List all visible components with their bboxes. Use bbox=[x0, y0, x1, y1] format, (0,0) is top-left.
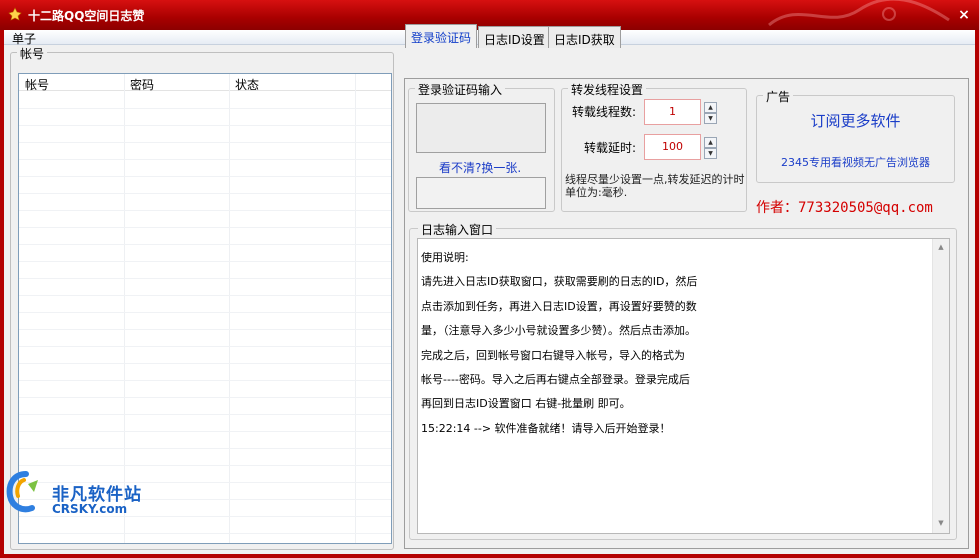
column-divider bbox=[229, 74, 230, 543]
log-group-legend: 日志输入窗口 bbox=[418, 221, 497, 238]
stepper-up-icon[interactable]: ▲ bbox=[704, 137, 717, 148]
table-row-divider bbox=[19, 346, 391, 347]
window-title: 十二路QQ空间日志赞 bbox=[28, 9, 145, 23]
table-row-divider bbox=[19, 414, 391, 415]
scroll-down-icon[interactable]: ▼ bbox=[936, 519, 946, 529]
captcha-group: 登录验证码输入 看不清?换一张. bbox=[408, 81, 555, 212]
table-row-divider bbox=[19, 312, 391, 313]
thread-count-label: 转载线程数: bbox=[572, 105, 637, 119]
table-row-divider bbox=[19, 142, 391, 143]
table-row-divider bbox=[19, 125, 391, 126]
log-text: 使用说明: 请先进入日志ID获取窗口，获取需要刷的日志的ID，然后 点击添加到任… bbox=[421, 249, 921, 444]
table-row-divider bbox=[19, 108, 391, 109]
table-row-divider bbox=[19, 176, 391, 177]
thread-settings-legend: 转发线程设置 bbox=[568, 81, 647, 98]
table-header: 帐号 密码 状态 bbox=[19, 74, 391, 93]
ad-group-legend: 广告 bbox=[763, 88, 794, 105]
ad-browser-link[interactable]: 2345专用看视频无广告浏览器 bbox=[757, 154, 954, 170]
title-ornament-icon bbox=[768, 0, 950, 27]
table-row-divider bbox=[19, 278, 391, 279]
table-row-divider bbox=[19, 295, 391, 296]
log-line: 使用说明: bbox=[421, 251, 469, 264]
account-group-legend: 帐号 bbox=[17, 45, 48, 62]
tab-log-id-settings[interactable]: 日志ID设置 bbox=[478, 26, 551, 48]
log-scrollbar[interactable]: ▲ ▼ bbox=[932, 239, 949, 533]
log-line: 点击添加到任务，再进入日志ID设置，再设置好要赞的数 bbox=[421, 299, 697, 313]
table-row-divider bbox=[19, 397, 391, 398]
log-line: 15:22:14 --> 软件准备就绪！请导入后开始登录！ bbox=[421, 421, 671, 435]
crsky-logo-icon bbox=[6, 471, 38, 513]
captcha-image bbox=[416, 103, 546, 153]
stepper-down-icon[interactable]: ▼ bbox=[704, 148, 717, 159]
thread-settings-group: 转发线程设置 转载线程数: 1 ▲ ▼ 转载延时: 100 ▲ ▼ 线程尽量少设… bbox=[561, 81, 747, 212]
table-row-divider bbox=[19, 159, 391, 160]
log-line: 再回到日志ID设置窗口 右键-批量刷 即可。 bbox=[421, 397, 631, 411]
delay-label: 转载延时: bbox=[584, 141, 637, 155]
table-row-divider bbox=[19, 448, 391, 449]
table-row-divider bbox=[19, 329, 391, 330]
table-row-divider bbox=[19, 431, 391, 432]
table-row-divider bbox=[19, 244, 391, 245]
column-header-password[interactable]: 密码 bbox=[130, 76, 154, 93]
table-row-divider bbox=[19, 533, 391, 534]
column-header-account[interactable]: 帐号 bbox=[25, 76, 49, 93]
close-button[interactable]: × bbox=[955, 6, 973, 24]
log-line: 量，（注意导入多少小号就设置多少赞）。然后点击添加。 bbox=[421, 324, 696, 338]
captcha-input[interactable] bbox=[416, 177, 546, 209]
scroll-up-icon[interactable]: ▲ bbox=[936, 243, 946, 253]
author-contact: 作者：773320505@qq.com bbox=[756, 200, 933, 216]
log-line: 请先进入日志ID获取窗口，获取需要刷的日志的ID，然后 bbox=[421, 275, 698, 289]
table-row-divider bbox=[19, 227, 391, 228]
table-row-divider bbox=[19, 363, 391, 364]
column-divider bbox=[355, 74, 356, 543]
ad-group: 广告 订阅更多软件 2345专用看视频无广告浏览器 bbox=[756, 88, 955, 183]
stepper-up-icon[interactable]: ▲ bbox=[704, 102, 717, 113]
ad-subscribe-link[interactable]: 订阅更多软件 bbox=[757, 110, 954, 131]
tab-log-id-fetch[interactable]: 日志ID获取 bbox=[548, 26, 621, 48]
tab-login-captcha[interactable]: 登录验证码 bbox=[405, 24, 478, 48]
table-row-divider bbox=[19, 380, 391, 381]
thread-note: 线程尽量少设置一点,转发延迟的计时单位为:毫秒. bbox=[565, 173, 745, 199]
thread-count-input[interactable]: 1 bbox=[644, 99, 701, 125]
table-row-divider bbox=[19, 193, 391, 194]
table-row-divider bbox=[19, 261, 391, 262]
delay-input[interactable]: 100 bbox=[644, 134, 701, 160]
log-group: 日志输入窗口 使用说明: 请先进入日志ID获取窗口，获取需要刷的日志的ID，然后… bbox=[409, 221, 957, 540]
app-icon bbox=[8, 7, 22, 21]
column-header-status[interactable]: 状态 bbox=[235, 76, 259, 93]
delay-stepper[interactable]: ▲ ▼ bbox=[704, 137, 717, 159]
stepper-down-icon[interactable]: ▼ bbox=[704, 113, 717, 124]
captcha-refresh-link[interactable]: 看不清?换一张. bbox=[439, 159, 521, 176]
watermark-en: CRSKY.com bbox=[52, 502, 128, 516]
captcha-group-legend: 登录验证码输入 bbox=[415, 81, 506, 98]
site-watermark: 非凡软件站 CRSKY.com bbox=[0, 464, 160, 524]
log-textarea[interactable]: 使用说明: 请先进入日志ID获取窗口，获取需要刷的日志的ID，然后 点击添加到任… bbox=[417, 238, 950, 534]
log-line: 完成之后，回到帐号窗口右键导入帐号，导入的格式为 bbox=[421, 348, 685, 362]
table-row-divider bbox=[19, 210, 391, 211]
log-line: 帐号----密码。导入之后再右键点全部登录。登录完成后 bbox=[421, 372, 690, 386]
thread-count-stepper[interactable]: ▲ ▼ bbox=[704, 102, 717, 124]
